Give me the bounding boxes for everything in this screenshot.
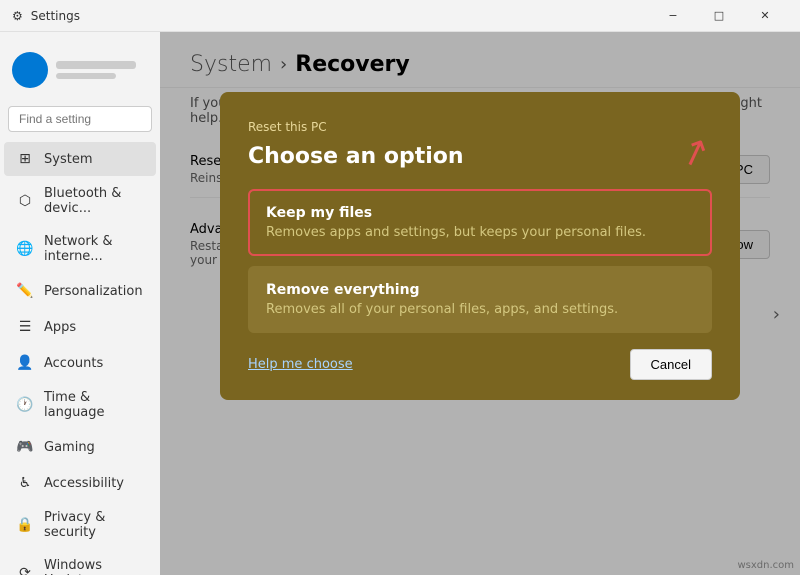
sidebar-item-network[interactable]: 🌐 Network & interne...: [4, 226, 156, 272]
sidebar-item-apps[interactable]: ☰ Apps: [4, 310, 156, 344]
remove-everything-title: Remove everything: [266, 282, 694, 298]
settings-icon: ⚙: [12, 9, 23, 23]
sidebar-item-accounts[interactable]: 👤 Accounts: [4, 346, 156, 380]
keep-files-desc: Removes apps and settings, but keeps you…: [266, 225, 694, 240]
gaming-icon: 🎮: [16, 438, 34, 456]
remove-everything-desc: Removes all of your personal files, apps…: [266, 302, 694, 317]
window-controls: − □ ✕: [650, 0, 788, 32]
arrow-indicator: ↗: [674, 128, 716, 177]
sidebar-item-bluetooth[interactable]: ⬡ Bluetooth & devic...: [4, 178, 156, 224]
accessibility-icon: ♿: [16, 474, 34, 492]
modal-reset-label: Reset this PC: [248, 120, 712, 134]
accounts-icon: 👤: [16, 354, 34, 372]
apps-icon: ☰: [16, 318, 34, 336]
sidebar-item-windows-update[interactable]: ⟳ Windows Update: [4, 550, 156, 575]
remove-everything-option[interactable]: Remove everything Removes all of your pe…: [248, 266, 712, 333]
system-icon: ⊞: [16, 150, 34, 168]
bluetooth-icon: ⬡: [16, 192, 34, 210]
user-name: [56, 61, 136, 69]
titlebar: ⚙ Settings − □ ✕: [0, 0, 800, 32]
main-content: System › Recovery If you're having probl…: [160, 32, 800, 575]
titlebar-title: ⚙ Settings: [12, 9, 80, 23]
sidebar-item-time[interactable]: 🕐 Time & language: [4, 382, 156, 428]
modal-title: Choose an option: [248, 144, 712, 169]
search-input[interactable]: [8, 106, 152, 132]
privacy-icon: 🔒: [16, 516, 34, 534]
sidebar-item-accessibility[interactable]: ♿ Accessibility: [4, 466, 156, 500]
help-me-choose-link[interactable]: Help me choose: [248, 357, 353, 372]
keep-files-option[interactable]: Keep my files Removes apps and settings,…: [248, 189, 712, 256]
user-subtitle: [56, 73, 116, 79]
close-button[interactable]: ✕: [742, 0, 788, 32]
personalization-icon: ✏️: [16, 282, 34, 300]
time-icon: 🕐: [16, 396, 34, 414]
sidebar-item-system[interactable]: ⊞ System: [4, 142, 156, 176]
cancel-button[interactable]: Cancel: [630, 349, 712, 380]
modal-backdrop: Reset this PC Choose an option ↗ Keep my…: [160, 32, 800, 575]
reset-options-modal: Reset this PC Choose an option ↗ Keep my…: [220, 92, 740, 400]
user-profile: [0, 44, 160, 104]
minimize-button[interactable]: −: [650, 0, 696, 32]
modal-footer: Help me choose Cancel: [248, 349, 712, 380]
sidebar-item-privacy[interactable]: 🔒 Privacy & security: [4, 502, 156, 548]
maximize-button[interactable]: □: [696, 0, 742, 32]
keep-files-title: Keep my files: [266, 205, 694, 221]
avatar: [12, 52, 48, 88]
network-icon: 🌐: [16, 240, 34, 258]
sidebar: ⊞ System ⬡ Bluetooth & devic... 🌐 Networ…: [0, 32, 160, 575]
windows-update-icon: ⟳: [16, 564, 34, 575]
app-container: ⊞ System ⬡ Bluetooth & devic... 🌐 Networ…: [0, 32, 800, 575]
sidebar-item-personalization[interactable]: ✏️ Personalization: [4, 274, 156, 308]
sidebar-item-gaming[interactable]: 🎮 Gaming: [4, 430, 156, 464]
